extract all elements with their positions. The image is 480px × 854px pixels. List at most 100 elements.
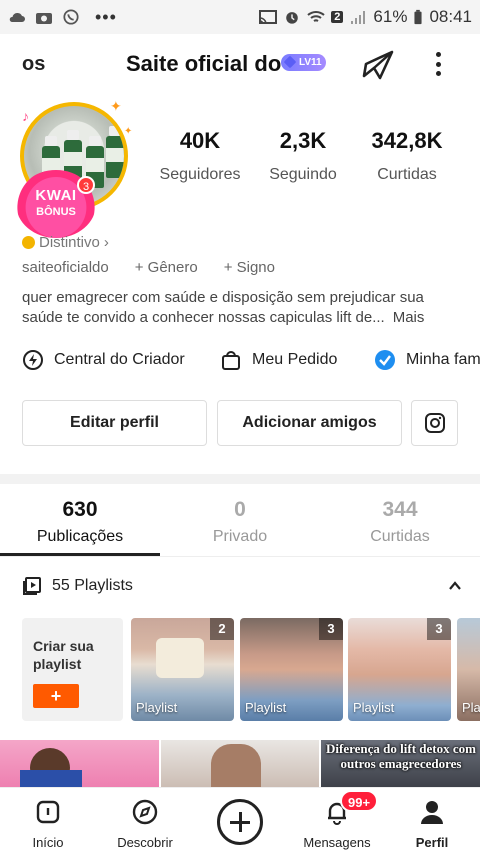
- likes-label: Curtidas: [377, 166, 437, 183]
- nav-discover[interactable]: Descobrir: [112, 798, 178, 850]
- tab-publications[interactable]: 630 Publicações: [0, 498, 160, 546]
- playlist-icon: [23, 577, 41, 595]
- edit-profile-button[interactable]: Editar perfil: [22, 400, 207, 446]
- likes-count: 342,8K: [371, 128, 443, 153]
- avatar-area[interactable]: ♪ ✦ ✦ KWAI BÔNUS 3: [14, 98, 134, 243]
- video-thumbnail[interactable]: Diferença do lift detox com outros emagr…: [321, 740, 480, 788]
- creator-center-link[interactable]: Central do Criador: [22, 349, 185, 371]
- create-playlist-button[interactable]: +: [33, 684, 79, 708]
- nav-label: Descobrir: [117, 835, 173, 850]
- my-orders-link[interactable]: Meu Pedido: [220, 349, 337, 371]
- video-thumbnail[interactable]: [161, 740, 319, 788]
- more-options-icon[interactable]: [428, 46, 448, 82]
- create-playlist-line: Criar sua: [33, 638, 94, 654]
- my-orders-label: Meu Pedido: [252, 351, 338, 368]
- bottom-nav: Início Descobrir Mensagens 99+ Perfil: [0, 787, 480, 854]
- playlist-label: Pla: [462, 700, 480, 715]
- verified-icon: [375, 350, 395, 370]
- chevron-up-icon[interactable]: [448, 579, 462, 593]
- alarm-icon: [286, 12, 299, 24]
- level-badge[interactable]: LV11: [281, 54, 326, 71]
- stat-followers[interactable]: 40K Seguidores: [158, 128, 242, 184]
- battery-icon: [414, 9, 423, 25]
- create-playlist-card[interactable]: Criar sua playlist +: [22, 618, 123, 721]
- signal-icon: [351, 11, 366, 24]
- stat-likes[interactable]: 342,8K Curtidas: [364, 128, 450, 184]
- create-playlist-line: playlist: [33, 656, 82, 672]
- my-family-label: Minha fam: [406, 351, 480, 368]
- profile-meta: saiteoficialdo + Gênero + Signo: [22, 259, 275, 276]
- badge-icon: [22, 236, 35, 249]
- bio[interactable]: quer emagrecer com saúde e disposição se…: [22, 288, 462, 328]
- stat-following[interactable]: 2,3K Seguindo: [264, 128, 342, 184]
- header-left-text: os: [22, 53, 46, 75]
- wifi-icon: [307, 11, 325, 22]
- distintivo-label: Distintivo: [39, 234, 100, 251]
- home-icon: [36, 800, 60, 824]
- nav-label: Início: [32, 835, 64, 850]
- sparkle-icon: ✦: [124, 126, 133, 137]
- video-thumbnail[interactable]: [0, 740, 159, 788]
- instagram-icon: [424, 413, 445, 433]
- nav-label: Mensagens: [303, 835, 371, 850]
- following-label: Seguindo: [269, 166, 337, 183]
- playlist-label: Playlist: [136, 700, 178, 715]
- share-icon[interactable]: [360, 48, 396, 80]
- whatsapp-icon: [63, 9, 79, 25]
- clock: 08:41: [429, 7, 472, 26]
- kwai-bonus-count: 3: [77, 176, 95, 194]
- user-icon: [421, 801, 443, 824]
- tab-divider: [0, 556, 480, 557]
- nav-home[interactable]: Início: [22, 798, 74, 850]
- playlist-thumbnail: [156, 638, 204, 678]
- tab-count: 0: [234, 498, 246, 521]
- add-friends-button[interactable]: Adicionar amigos: [217, 400, 402, 446]
- bio-more-link[interactable]: Mais: [393, 309, 425, 326]
- playlist-card[interactable]: Pla: [457, 618, 480, 721]
- add-sign-link[interactable]: + Signo: [224, 259, 275, 276]
- playlist-count: 3: [319, 618, 343, 640]
- bio-line: saúde te convido a conhecer nossas capic…: [22, 309, 385, 326]
- tab-label: Publicações: [36, 528, 124, 545]
- playlists-header[interactable]: 55 Playlists: [22, 576, 462, 596]
- playlist-count: 2: [210, 618, 234, 640]
- cast-icon: [259, 10, 278, 25]
- playlist-card[interactable]: 2 Playlist: [131, 618, 234, 721]
- playlist-count: 3: [427, 618, 451, 640]
- camera-icon: [36, 13, 52, 24]
- playlists-count-label: 55 Playlists: [52, 577, 133, 594]
- my-family-link[interactable]: Minha fam: [374, 349, 480, 371]
- add-gender-link[interactable]: + Gênero: [135, 259, 198, 276]
- distintivo-link[interactable]: Distintivo ›: [22, 234, 109, 251]
- bio-line: quer emagrecer com saúde e disposição se…: [22, 289, 424, 306]
- notifications-badge: 99+: [340, 790, 379, 812]
- kwai-badge-subtitle: BÔNUS: [36, 206, 76, 218]
- tab-label: Curtidas: [370, 528, 430, 545]
- username: saiteoficialdo: [22, 259, 109, 276]
- bag-icon: [222, 351, 240, 370]
- cloud-icon: [9, 12, 25, 22]
- section-divider: [0, 474, 480, 484]
- lightning-icon: [23, 350, 43, 370]
- tab-count: 344: [382, 498, 418, 521]
- music-note-icon: ♪: [22, 108, 29, 124]
- playlist-card[interactable]: 3 Playlist: [348, 618, 451, 721]
- instagram-button[interactable]: [411, 400, 458, 446]
- page-title: Saite oficial do: [126, 51, 282, 76]
- video-caption: Diferença do lift detox com outros emagr…: [326, 741, 476, 771]
- tab-count: 630: [62, 498, 98, 521]
- playlist-label: Playlist: [353, 700, 395, 715]
- more-notifications-icon: •••: [95, 6, 117, 27]
- chevron-right-icon: ›: [103, 234, 109, 251]
- battery-percent: 61%: [373, 7, 408, 26]
- playlist-card[interactable]: 3 Playlist: [240, 618, 343, 721]
- tab-private[interactable]: 0 Privado: [160, 498, 320, 546]
- followers-count: 40K: [179, 128, 221, 153]
- tab-likes[interactable]: 344 Curtidas: [320, 498, 480, 546]
- create-post-button[interactable]: [217, 799, 263, 845]
- sim-badge: 2: [331, 11, 344, 23]
- sparkle-icon: ✦: [110, 98, 122, 114]
- nav-profile[interactable]: Perfil: [410, 798, 454, 850]
- profile-header: os Saite oficial do LV11: [0, 34, 480, 94]
- nav-label: Perfil: [415, 835, 449, 850]
